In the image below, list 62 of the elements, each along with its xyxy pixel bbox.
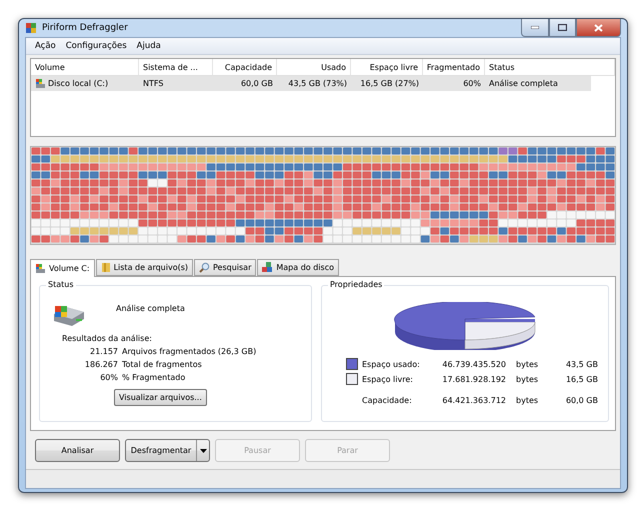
result-description: Total de fragmentos bbox=[122, 360, 202, 370]
unit-label: bytes bbox=[515, 360, 540, 368]
action-button[interactable]: Analisar bbox=[35, 439, 120, 462]
hard-drive-icon bbox=[52, 304, 86, 328]
table-cell: NTFS bbox=[143, 79, 164, 88]
maximize-icon bbox=[558, 24, 567, 31]
column-header[interactable]: Volume bbox=[31, 59, 139, 75]
volume-row[interactable]: Disco local (C:) NTFS 60,0 GB 43,5 GB (73%) 16,5 GB (27%) 60% Análise completa bbox=[31, 76, 591, 91]
close-button[interactable] bbox=[576, 19, 621, 37]
result-description: Arquivos fragmentados (26,3 GB) bbox=[122, 347, 256, 357]
size-value: 16,5 GB bbox=[564, 374, 598, 384]
results-title: Resultados da análise: bbox=[62, 334, 153, 343]
close-icon bbox=[594, 24, 603, 32]
tab[interactable]: Mapa do disco bbox=[257, 259, 339, 276]
view-files-button[interactable]: Visualizar arquivos... bbox=[114, 389, 207, 406]
drive-icon bbox=[35, 78, 46, 89]
maximize-button[interactable] bbox=[549, 19, 576, 37]
result-description: % Fragmentado bbox=[122, 373, 186, 383]
tab[interactable]: Lista de arquivo(s) bbox=[96, 259, 194, 276]
folder-icon bbox=[100, 262, 111, 273]
column-header[interactable]: Espaço livre bbox=[351, 59, 423, 75]
property-label: Espaço usado: bbox=[362, 360, 421, 368]
property-label: Capacidade: bbox=[362, 396, 413, 405]
window-title: Piriform Defraggler bbox=[42, 23, 129, 33]
tab[interactable]: Pesquisar bbox=[194, 259, 256, 276]
column-header[interactable]: Capacidade bbox=[213, 59, 277, 75]
minimize-button[interactable] bbox=[521, 19, 549, 37]
drive-icon bbox=[35, 263, 46, 274]
search-icon bbox=[199, 262, 210, 273]
group-title: Status bbox=[46, 280, 76, 289]
split-button[interactable]: Desfragmentar bbox=[125, 439, 210, 462]
result-count: 60% bbox=[99, 373, 118, 383]
size-value: 43,5 GB bbox=[564, 360, 598, 368]
table-cell: 43,5 GB (73%) bbox=[288, 79, 347, 88]
column-header[interactable]: Usado bbox=[277, 59, 351, 75]
byte-count: 46.739.435.520 bbox=[441, 360, 506, 368]
table-cell: 60,0 GB bbox=[240, 79, 273, 88]
menu-item[interactable]: Ação bbox=[30, 41, 61, 51]
table-cell: Disco local (C:) bbox=[48, 79, 108, 88]
table-cell: 60% bbox=[463, 79, 481, 88]
unit-label: bytes bbox=[515, 374, 540, 384]
blocks-icon bbox=[262, 262, 274, 273]
column-header[interactable]: Fragmentado bbox=[423, 59, 485, 75]
table-cell: 16,5 GB (27%) bbox=[360, 79, 419, 88]
table-cell: Análise completa bbox=[489, 79, 558, 88]
byte-count: 64.421.363.712 bbox=[441, 396, 506, 405]
caret-icon bbox=[200, 448, 206, 452]
byte-count: 17.681.928.192 bbox=[441, 374, 506, 384]
size-value: 60,0 GB bbox=[564, 396, 598, 405]
group-title: Propriedades bbox=[328, 280, 384, 289]
minimize-icon bbox=[531, 26, 539, 29]
column-header[interactable]: Sistema de ... bbox=[139, 59, 213, 75]
property-label: Espaço livre: bbox=[362, 374, 414, 384]
column-header[interactable]: Status bbox=[485, 59, 615, 75]
menu-item[interactable]: Ajuda bbox=[132, 41, 166, 51]
app-icon bbox=[25, 22, 37, 34]
result-count: 186.267 bbox=[84, 360, 118, 370]
unit-label: bytes bbox=[515, 396, 540, 405]
status-message: Análise completa bbox=[116, 304, 185, 313]
tab[interactable]: Volume C: bbox=[30, 259, 95, 277]
result-count: 21.157 bbox=[89, 347, 118, 357]
menu-item[interactable]: Configurações bbox=[60, 41, 132, 51]
